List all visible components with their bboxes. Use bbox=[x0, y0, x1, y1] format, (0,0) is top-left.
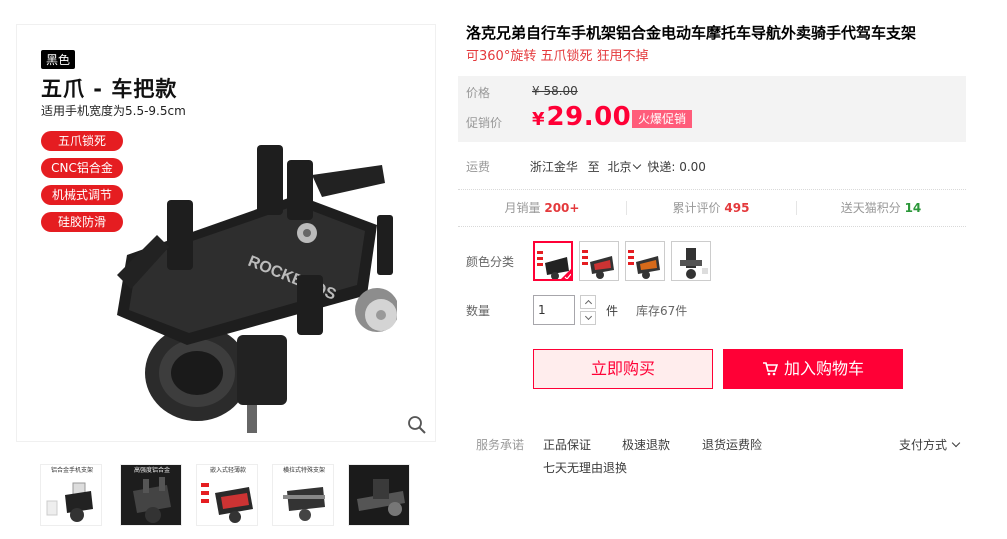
product-title: 洛克兄弟自行车手机架铝合金电动车摩托车导航外卖骑手代驾车支架 bbox=[466, 24, 917, 42]
promo-price-label: 促销价 bbox=[466, 116, 503, 130]
color-swatch[interactable] bbox=[671, 241, 711, 281]
tmall-points-label: 送天猫积分 bbox=[840, 201, 901, 215]
quantity-input[interactable] bbox=[533, 295, 575, 325]
service-item[interactable]: 退货运费险 bbox=[702, 436, 762, 453]
service-item[interactable]: 极速退款 bbox=[622, 436, 670, 453]
quantity-decrease-button[interactable] bbox=[580, 311, 596, 325]
color-swatch-selected[interactable] bbox=[533, 241, 573, 281]
thumbnail-caption: 嵌入式轻薄款 bbox=[209, 467, 246, 474]
swatch-image bbox=[582, 250, 614, 279]
total-reviews-label: 累计评价 bbox=[672, 201, 721, 215]
thumbnail-image bbox=[46, 482, 93, 522]
total-reviews-value: 495 bbox=[724, 201, 750, 215]
tmall-points: 送天猫积分 14 bbox=[796, 190, 966, 226]
shipping-label: 运费 bbox=[466, 160, 491, 174]
color-tag: 黑色 bbox=[41, 50, 76, 69]
color-swatch[interactable] bbox=[579, 241, 619, 281]
stats-bar: 月销量 200+ 累计评价 495 送天猫积分 14 bbox=[458, 189, 966, 227]
shipping-destination: 北京 bbox=[607, 160, 632, 174]
payment-methods-toggle[interactable]: 支付方式 bbox=[899, 436, 961, 453]
thumbnail-caption: 铝合金手机支架 bbox=[50, 467, 93, 474]
phone-holder-illustration: ROCKBROS bbox=[117, 145, 397, 433]
thumbnail[interactable]: 嵌入式轻薄款 bbox=[196, 464, 258, 526]
quantity-unit: 件 bbox=[606, 304, 619, 318]
quantity-label: 数量 bbox=[466, 304, 491, 318]
add-to-cart-label: 加入购物车 bbox=[783, 359, 864, 378]
check-icon bbox=[561, 269, 571, 279]
tmall-points-value: 14 bbox=[904, 201, 922, 215]
original-price: ¥ 58.00 bbox=[532, 84, 578, 98]
price-box: 价格 ¥ 58.00 促销价 ¥29.00 火爆促销 bbox=[458, 76, 966, 142]
shipping-row: 运费 浙江金华 至 北京 快递: 0.00 bbox=[466, 158, 706, 175]
service-label: 服务承诺 bbox=[476, 438, 525, 452]
thumbnail-image bbox=[201, 483, 253, 523]
quantity-increase-button[interactable] bbox=[580, 295, 596, 309]
swatch-image bbox=[680, 248, 708, 279]
thumbnail[interactable]: 横拉式特殊支架 bbox=[272, 464, 334, 526]
thumbnail-caption: 横拉式特殊支架 bbox=[282, 467, 325, 474]
product-subtitle: 可360°旋转 五爪锁死 狂甩不掉 bbox=[466, 49, 649, 64]
shipping-destination-select[interactable]: 北京 bbox=[608, 160, 644, 174]
monthly-sales-label: 月销量 bbox=[504, 201, 541, 215]
thumbnail[interactable] bbox=[348, 464, 410, 526]
total-reviews[interactable]: 累计评价 495 bbox=[626, 190, 796, 226]
color-option-label: 颜色分类 bbox=[466, 255, 515, 269]
price-label: 价格 bbox=[466, 86, 491, 100]
currency-symbol: ¥ bbox=[532, 109, 545, 130]
chevron-down-icon bbox=[951, 438, 961, 448]
thumbnail-image bbox=[283, 487, 325, 521]
main-product-image[interactable]: 黑色 五爪 - 车把款 适用手机宽度为5.5-9.5cm 五爪锁死 CNC铝合金… bbox=[16, 24, 436, 442]
color-swatch[interactable] bbox=[625, 241, 665, 281]
service-item[interactable]: 七天无理由退换 bbox=[543, 459, 627, 476]
add-to-cart-button[interactable]: 加入购物车 bbox=[723, 349, 903, 389]
thumbnail-image bbox=[349, 465, 409, 525]
thumbnail-image bbox=[133, 477, 171, 523]
monthly-sales: 月销量 200+ bbox=[458, 190, 626, 226]
chevron-down-icon bbox=[584, 312, 592, 321]
thumbnail[interactable]: 高强度铝合金 bbox=[120, 464, 182, 526]
sale-price-value: 29.00 bbox=[546, 102, 632, 132]
shipping-origin: 浙江金华 bbox=[529, 160, 578, 174]
thumbnail-caption: 高强度铝合金 bbox=[133, 467, 170, 474]
image-headline: 五爪 - 车把款 bbox=[41, 77, 178, 101]
payment-methods-label: 支付方式 bbox=[899, 438, 948, 452]
thumbnail[interactable]: 铝合金手机支架 bbox=[40, 464, 102, 526]
zoom-icon[interactable] bbox=[407, 415, 427, 435]
buy-now-button[interactable]: 立即购买 bbox=[533, 349, 713, 389]
stock-count: 库存67件 bbox=[636, 304, 688, 318]
shipping-to: 至 bbox=[587, 160, 600, 174]
promo-badge: 火爆促销 bbox=[632, 110, 693, 128]
chevron-up-icon bbox=[584, 299, 592, 308]
chevron-down-icon bbox=[632, 160, 641, 170]
cart-icon bbox=[762, 362, 778, 376]
service-item[interactable]: 正品保证 bbox=[543, 436, 591, 453]
sale-price: ¥29.00 bbox=[532, 102, 631, 132]
swatch-image bbox=[628, 250, 660, 279]
monthly-sales-value: 200+ bbox=[544, 201, 580, 215]
shipping-fee: 快递: 0.00 bbox=[647, 160, 706, 174]
